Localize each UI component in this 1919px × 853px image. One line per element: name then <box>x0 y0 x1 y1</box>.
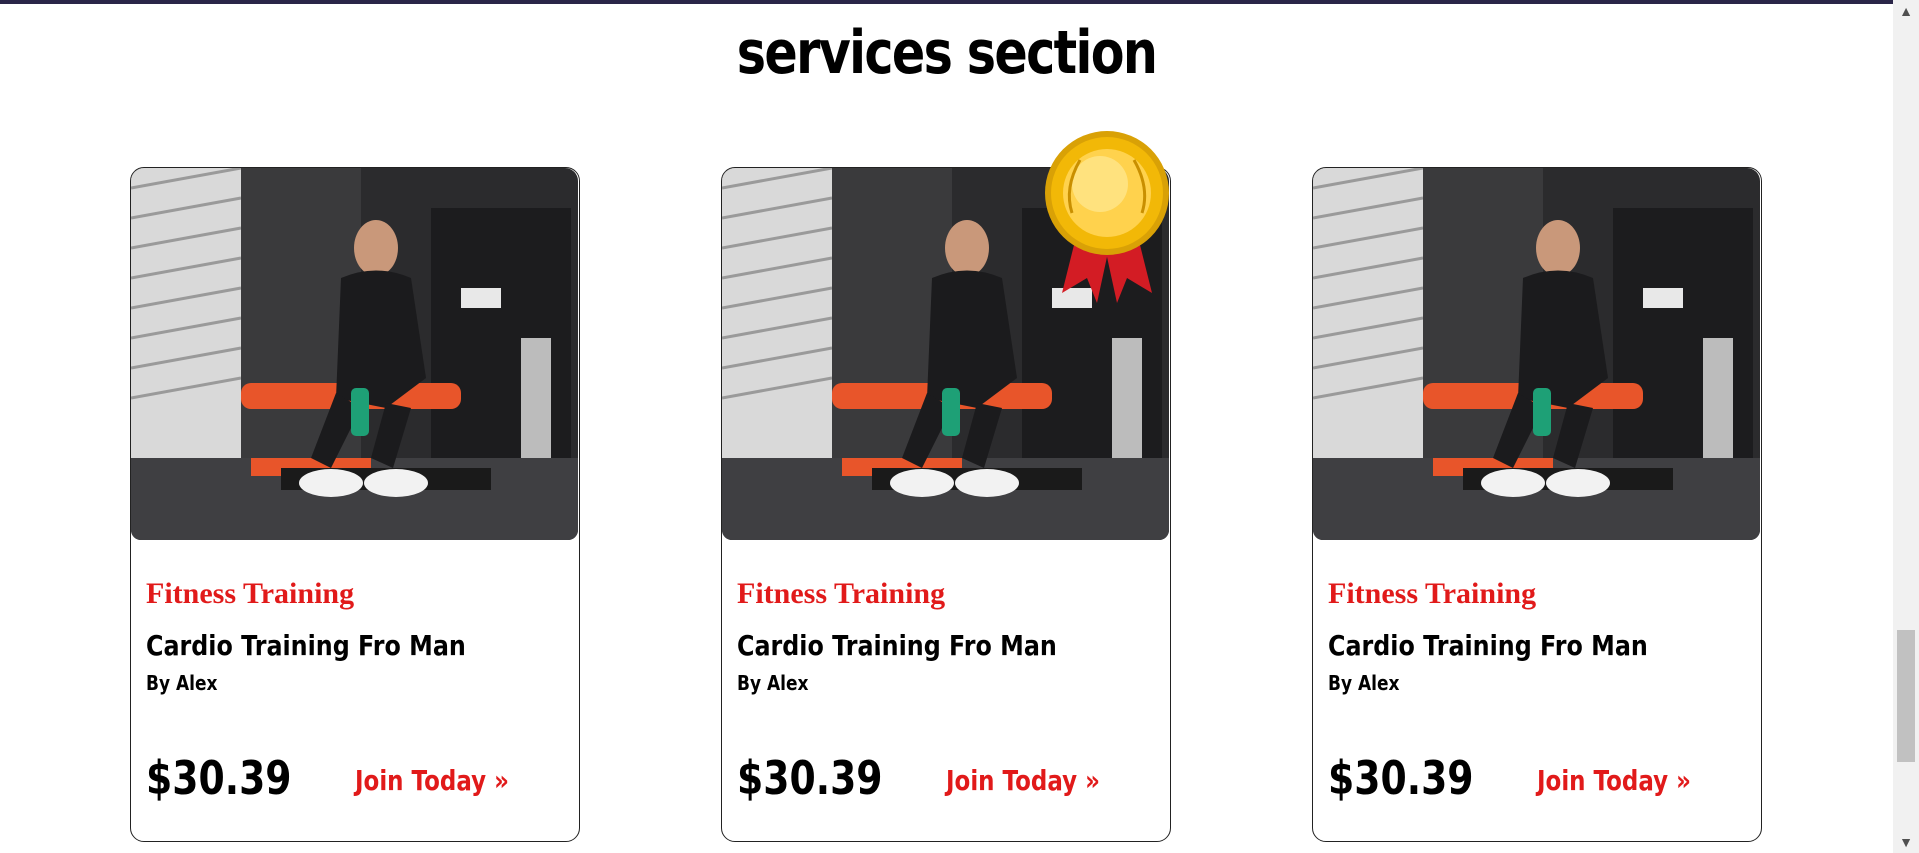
gold-medal-icon <box>1045 131 1169 303</box>
card-price: $30.39 <box>737 751 883 805</box>
card-price: $30.39 <box>146 751 292 805</box>
card-author: By Alex <box>737 671 809 695</box>
card-author: By Alex <box>1328 671 1400 695</box>
join-today-link[interactable]: Join Today » <box>946 763 1100 799</box>
gym-photo <box>131 168 578 540</box>
card-author: By Alex <box>146 671 218 695</box>
section-title: services section <box>736 18 1158 88</box>
card-price: $30.39 <box>1328 751 1474 805</box>
vertical-scrollbar[interactable]: ▲ ▼ <box>1893 0 1919 853</box>
card-title: Cardio Training Fro Man <box>737 629 1057 662</box>
card-image <box>1313 168 1760 540</box>
top-accent-bar <box>0 0 1893 4</box>
card-category: Fitness Training <box>146 577 355 610</box>
scroll-thumb[interactable] <box>1897 630 1915 762</box>
card-image <box>131 168 578 540</box>
service-card: Fitness Training Cardio Training Fro Man… <box>721 131 1171 842</box>
service-card: Fitness Training Cardio Training Fro Man… <box>130 167 580 842</box>
gym-photo <box>1313 168 1760 540</box>
card-title: Cardio Training Fro Man <box>1328 629 1648 662</box>
chevron-down-icon[interactable]: ▼ <box>1893 833 1919 851</box>
card-category: Fitness Training <box>1328 577 1537 610</box>
join-today-link[interactable]: Join Today » <box>1537 763 1691 799</box>
card-category: Fitness Training <box>737 577 946 610</box>
chevron-up-icon[interactable]: ▲ <box>1893 2 1919 20</box>
service-card: Fitness Training Cardio Training Fro Man… <box>1312 167 1762 842</box>
card-title: Cardio Training Fro Man <box>146 629 466 662</box>
join-today-link[interactable]: Join Today » <box>355 763 509 799</box>
